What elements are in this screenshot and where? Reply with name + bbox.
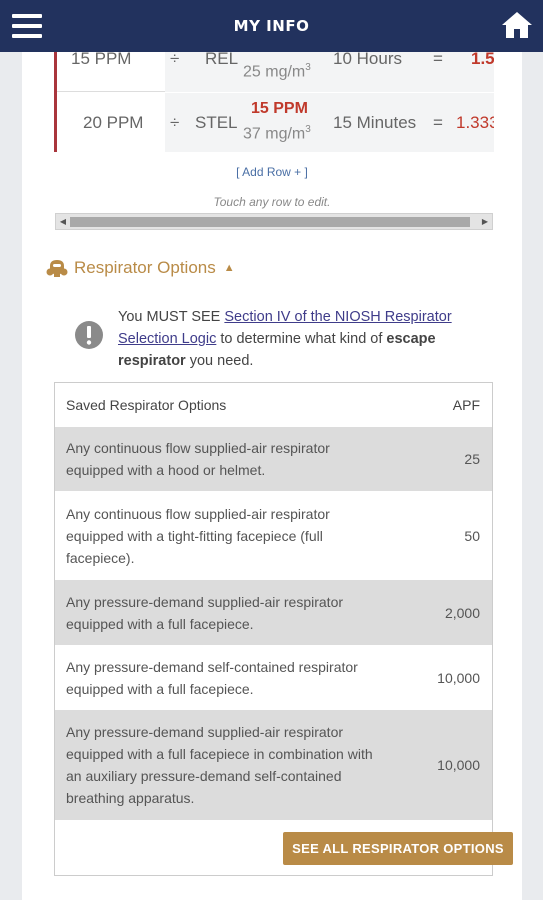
home-icon[interactable] [501,10,533,40]
option-description: Any pressure-demand self-contained respi… [66,658,358,697]
option-description: Any continuous flow supplied-air respira… [66,505,330,566]
respirator-options-heading: Respirator Options [74,258,216,277]
calc-row[interactable]: 15 PPM ÷ REL 25 mg/m3 10 Hours = 1.5 [57,52,494,92]
table-row[interactable]: Any pressure-demand supplied-air respira… [55,710,492,820]
content-card: 15 PPM ÷ REL 25 mg/m3 10 Hours = 1.5 20 … [22,52,522,900]
time-value: 10 Hours [333,52,402,68]
horizontal-scrollbar[interactable]: ◀ ▶ [55,213,493,230]
exposure-calc-table: 15 PPM ÷ REL 25 mg/m3 10 Hours = 1.5 20 … [54,52,494,152]
scroll-right-icon[interactable]: ▶ [478,214,492,229]
table-row[interactable]: Any continuous flow supplied-air respira… [55,491,492,580]
time-value: 15 Minutes [333,113,417,132]
option-apf: 10,000 [437,669,480,686]
concentration-value: 20 PPM [83,113,144,132]
table-row[interactable]: Any pressure-demand supplied-air respira… [55,580,492,645]
caret-up-icon: ▲ [223,262,235,274]
escape-respirator-notice: You MUST SEE Section IV of the NIOSH Res… [74,306,514,372]
limit-mg-value: 37 mg/m3 [243,124,311,143]
equals-operator: = [433,52,443,68]
scroll-left-icon[interactable]: ◀ [56,214,70,229]
menu-icon[interactable] [12,14,42,38]
option-apf: 10,000 [437,757,480,773]
apf-column-header: APF [452,397,480,413]
saved-respirator-options-table: Saved Respirator Options APF Any continu… [54,382,513,876]
add-row-link[interactable]: [ Add Row + ] [22,165,522,179]
limit-mg-value: 25 mg/m3 [243,62,311,81]
table-header: Saved Respirator Options APF [55,383,492,427]
table-row[interactable]: Any pressure-demand self-contained respi… [55,645,492,710]
limit-type: REL [205,52,239,68]
divide-operator: ÷ [170,113,180,132]
see-all-respirator-options-button[interactable]: SEE ALL RESPIRATOR OPTIONS [283,832,513,865]
touch-hint-text: Touch any row to edit. [213,195,331,209]
scrollbar-thumb[interactable] [70,217,470,227]
table-row[interactable]: Any continuous flow supplied-air respira… [55,427,492,491]
option-description: Any pressure-demand supplied-air respira… [66,593,344,632]
respirator-mask-icon [46,260,68,277]
table-header-title: Saved Respirator Options [66,397,227,413]
option-apf: 2,000 [444,604,480,621]
option-description: Any pressure-demand supplied-air respira… [66,724,373,806]
page-title: MY INFO [233,17,310,35]
option-apf: 25 [464,451,480,467]
limit-ppm-value: 15 PPM [251,100,308,117]
exclamation-icon [75,321,103,349]
app-header: MY INFO [0,0,543,52]
result-value: 1.5 [471,52,494,68]
concentration-value: 15 PPM [71,52,132,68]
respirator-options-toggle[interactable]: Respirator Options ▲ [46,254,235,282]
calc-row[interactable]: 20 PPM ÷ STEL 15 PPM 37 mg/m3 15 Minutes… [57,93,494,152]
limit-type: STEL [195,113,238,132]
option-apf: 50 [464,527,480,544]
divide-operator: ÷ [170,52,180,68]
notice-text: You MUST SEE Section IV of the NIOSH Res… [118,309,452,369]
equals-operator: = [433,113,443,132]
result-value: 1.333 [456,113,494,132]
option-description: Any continuous flow supplied-air respira… [66,440,330,478]
